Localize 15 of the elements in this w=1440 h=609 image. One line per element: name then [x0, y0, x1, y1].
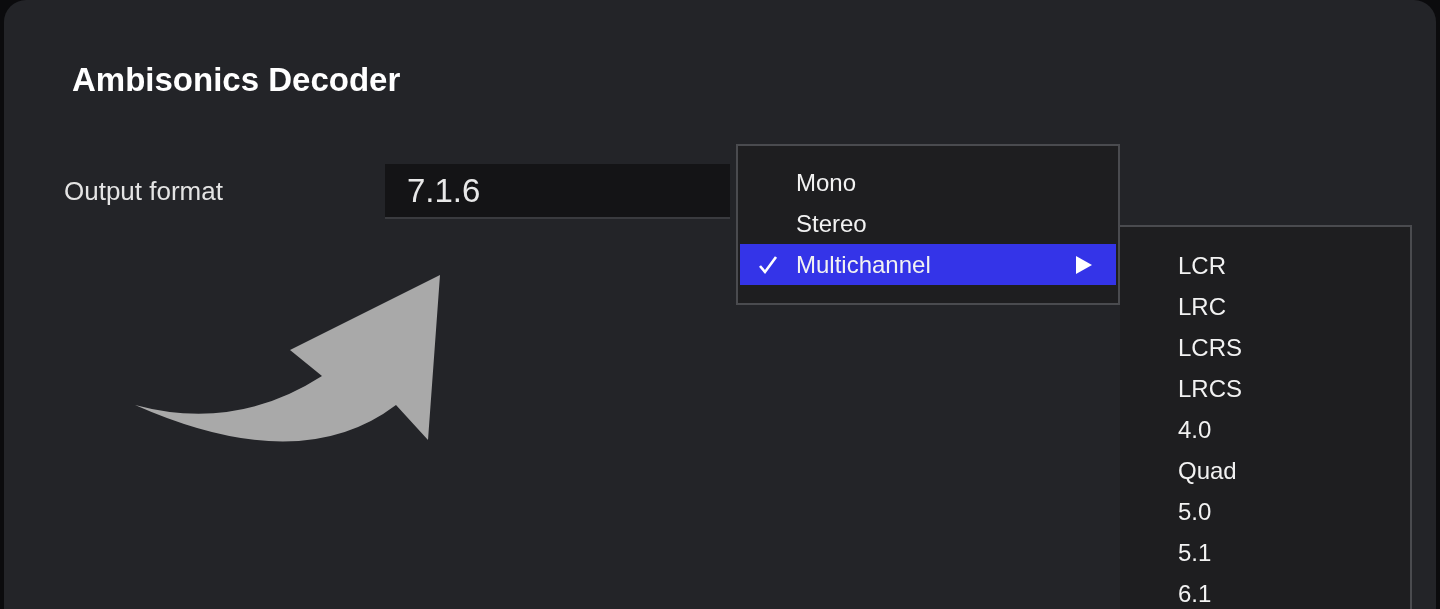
submenu-item[interactable]: LRCS [1120, 368, 1410, 409]
output-format-label: Output format [64, 176, 224, 207]
submenu-item[interactable]: 6.1 [1120, 573, 1410, 609]
menu-item[interactable]: Multichannel [740, 244, 1116, 285]
submenu-item[interactable]: LRC [1120, 286, 1410, 327]
output-format-dropdown[interactable]: 7.1.6 [385, 164, 730, 219]
submenu-item[interactable]: 5.0 [1120, 491, 1410, 532]
menu-item[interactable]: Stereo [740, 203, 1116, 244]
menu-item[interactable]: Mono [740, 162, 1116, 203]
submenu-item[interactable]: Quad [1120, 450, 1410, 491]
submenu-item[interactable]: 4.0 [1120, 409, 1410, 450]
submenu-item[interactable]: LCR [1120, 245, 1410, 286]
submenu-item[interactable]: LCRS [1120, 327, 1410, 368]
submenu-item[interactable]: 5.1 [1120, 532, 1410, 573]
panel-title: Ambisonics Decoder [72, 60, 402, 100]
